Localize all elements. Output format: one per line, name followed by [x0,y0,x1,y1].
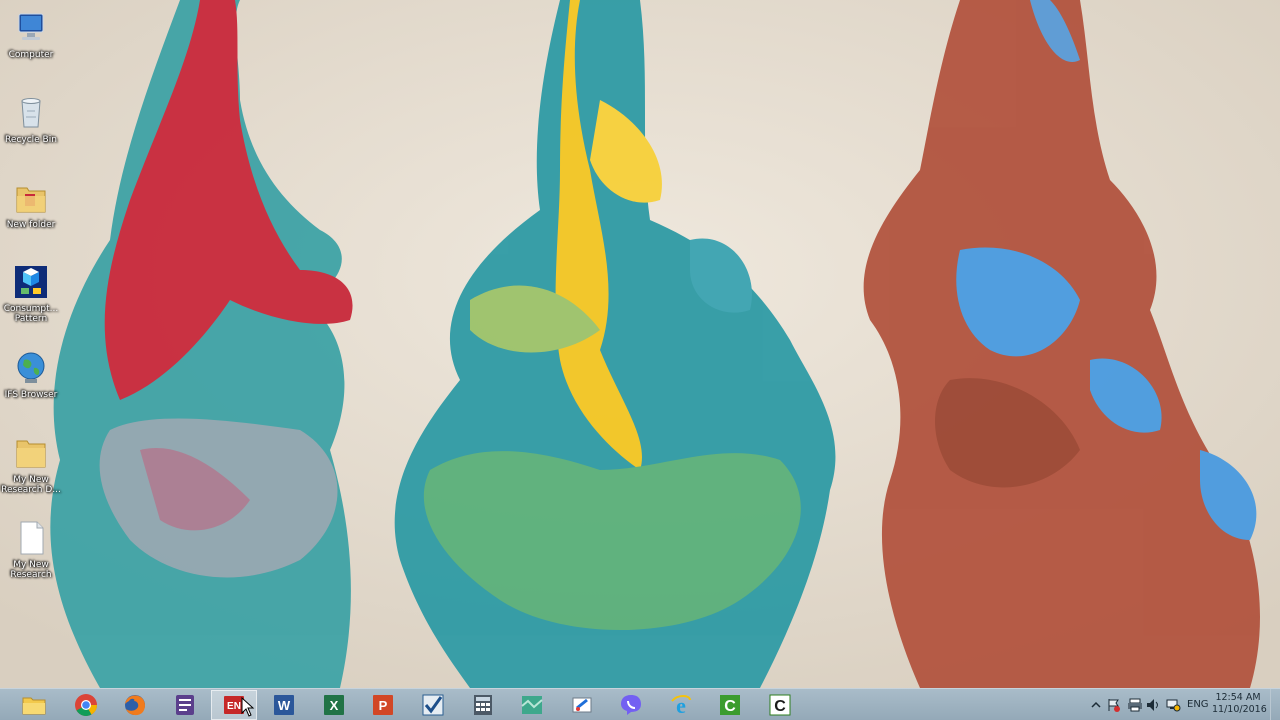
action-center-flag-icon[interactable] [1106,697,1122,713]
taskbar-calculator[interactable] [460,690,506,720]
firefox-icon [125,695,145,716]
paint-icon [572,697,592,713]
folder-icon [16,187,46,213]
desktop-icon-recycle-bin[interactable]: Recycle Bin [0,93,62,145]
checkmark-icon [422,694,444,716]
show-desktop-button[interactable] [1270,689,1280,720]
calculator-icon [474,695,492,715]
taskbar-app-purple[interactable] [162,690,208,720]
desktop-icon-label: My New Research [10,560,52,580]
chevron-up-icon[interactable] [1088,697,1104,713]
desktop-icon-research-document[interactable]: My New Research [0,518,62,580]
map-icon [521,696,543,714]
chrome-icon [75,694,97,716]
desktop-icon-research-folder[interactable]: My New Research D... [0,433,62,495]
excel-logo-text: X [330,698,339,713]
taskbar-camtasia-studio[interactable]: C [757,690,803,720]
desktop-icon-new-folder[interactable]: New folder [0,178,62,230]
taskbar-viber[interactable] [608,690,654,720]
globe-icon [17,352,45,383]
recycle-bin-icon [21,98,41,128]
clock-time: 12:54 AM [1215,692,1261,703]
clock-date: 11/10/2016 [1212,704,1267,715]
volume-icon[interactable] [1145,697,1161,713]
network-icon[interactable] [1165,697,1181,713]
taskbar-word[interactable]: W [261,690,307,720]
printer-icon[interactable] [1127,697,1143,713]
powerpoint-icon: P [373,695,393,715]
taskbar-maps[interactable] [509,690,555,720]
camtasia-logo-text: C [774,698,786,715]
clock[interactable]: 12:54 AM 11/10/2016 [1212,692,1267,716]
taskbar-excel[interactable]: X [311,690,357,720]
endnote-logo-text: EN [227,701,241,712]
mouse-cursor-icon [241,697,255,717]
app-icon [15,266,47,298]
taskbar-file-explorer[interactable] [11,690,57,720]
taskbar-internet-explorer[interactable]: e [658,690,704,720]
computer-icon [18,13,44,40]
app-icon [176,695,194,715]
taskbar-powerpoint[interactable]: P [360,690,406,720]
language-indicator[interactable]: ENG [1187,699,1209,710]
taskbar-google-chrome[interactable] [63,690,109,720]
excel-icon: X [324,695,344,715]
folder-icon [16,440,46,468]
desktop-icon-label: Consumpt... Pattern [3,304,59,324]
camtasia-logo-text: C [724,698,736,715]
document-icon [20,521,44,555]
taskbar: EN W X P e C C ENG 12:54 AM 11/10/2016 [0,688,1280,720]
desktop-icon-label: IFS Browser [4,390,58,400]
desktop-icon-label: New folder [6,220,56,230]
taskbar-firefox[interactable] [112,690,158,720]
word-icon: W [274,695,294,715]
powerpoint-logo-text: P [379,698,388,713]
viber-icon [621,695,641,715]
word-logo-text: W [278,698,291,713]
desktop-icon-ifs-browser[interactable]: IFS Browser [0,348,62,400]
desktop-icon-label: Recycle Bin [5,135,57,145]
desktop-icon-label: My New Research D... [1,475,61,495]
desktop-icon-consumption-pattern[interactable]: Consumpt... Pattern [0,262,62,324]
folder-icon [22,697,46,715]
camtasia-icon: C [769,694,791,716]
ie-icon: e [671,693,691,718]
camtasia-icon: C [720,695,740,715]
taskbar-camtasia-recorder[interactable]: C [707,690,753,720]
taskbar-paint[interactable] [559,690,605,720]
taskbar-task-app[interactable] [410,690,456,720]
desktop-icon-label: Computer [8,50,54,60]
desktop-wallpaper [0,0,1280,688]
desktop-icon-computer[interactable]: Computer [0,8,62,60]
